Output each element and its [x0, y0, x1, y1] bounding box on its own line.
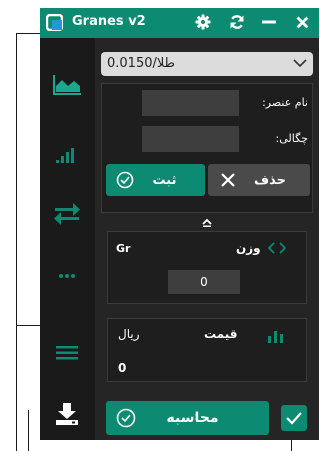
swap-arrows-icon[interactable]: [51, 202, 83, 226]
weight-value[interactable]: 0: [168, 270, 240, 294]
app-window: Granes v2 طلا/0.0150 نام عنصر: چگالی: ثب…: [40, 8, 319, 440]
name-input[interactable]: [142, 90, 239, 116]
gear-icon[interactable]: [193, 12, 213, 32]
callout-line: [16, 34, 17, 451]
weight-unit: Gr: [116, 242, 131, 255]
calculate-label: محاسبه: [166, 410, 219, 426]
check-circle-icon: [116, 171, 134, 189]
price-value: 0: [118, 361, 127, 375]
close-icon: [221, 173, 235, 187]
refresh-icon[interactable]: [227, 12, 247, 32]
collapse-toggle[interactable]: [195, 216, 219, 230]
code-brackets-icon: [268, 242, 286, 254]
title-bar[interactable]: Granes v2: [40, 8, 319, 38]
download-icon[interactable]: [51, 402, 83, 426]
calculate-button[interactable]: محاسبه: [106, 401, 269, 435]
main-content: طلا/0.0150 نام عنصر: چگالی: ثبت حذف Gr و…: [95, 38, 319, 440]
delete-label: حذف: [254, 172, 286, 188]
delete-button[interactable]: حذف: [208, 164, 310, 196]
close-icon[interactable]: [292, 12, 312, 32]
price-label: قیمت: [204, 327, 238, 341]
price-unit: ریال: [118, 327, 140, 341]
save-button[interactable]: ثبت: [106, 164, 205, 196]
chevron-up-icon: [202, 218, 212, 227]
app-logo-icon: [46, 14, 63, 31]
confirm-checkbox[interactable]: [281, 405, 307, 431]
check-circle-icon: [116, 408, 136, 428]
element-selector-value: طلا/0.0150: [107, 56, 175, 71]
chevron-down-icon: [293, 59, 307, 68]
density-input[interactable]: [142, 126, 239, 152]
name-label: نام عنصر:: [262, 96, 308, 109]
minimize-icon[interactable]: [259, 12, 279, 32]
bar-chart-icon: [268, 331, 283, 343]
sidebar: [40, 38, 95, 440]
more-dots-icon[interactable]: [51, 264, 83, 288]
callout-line: [28, 410, 29, 451]
area-chart-icon[interactable]: [51, 73, 83, 97]
app-title: Granes v2: [72, 14, 146, 29]
checkmark-icon: [286, 412, 302, 425]
density-label: چگالی:: [275, 132, 308, 145]
element-form: نام عنصر: چگالی: ثبت حذف: [101, 83, 313, 213]
weight-label: وزن: [236, 241, 261, 255]
save-label: ثبت: [152, 172, 177, 188]
element-selector[interactable]: طلا/0.0150: [101, 52, 313, 76]
callout-line: [16, 325, 42, 326]
signal-bars-icon[interactable]: [51, 142, 83, 166]
price-panel: ریال قیمت 0: [107, 318, 307, 382]
weight-panel: Gr وزن 0: [107, 231, 307, 304]
menu-lines-icon[interactable]: [51, 341, 83, 365]
